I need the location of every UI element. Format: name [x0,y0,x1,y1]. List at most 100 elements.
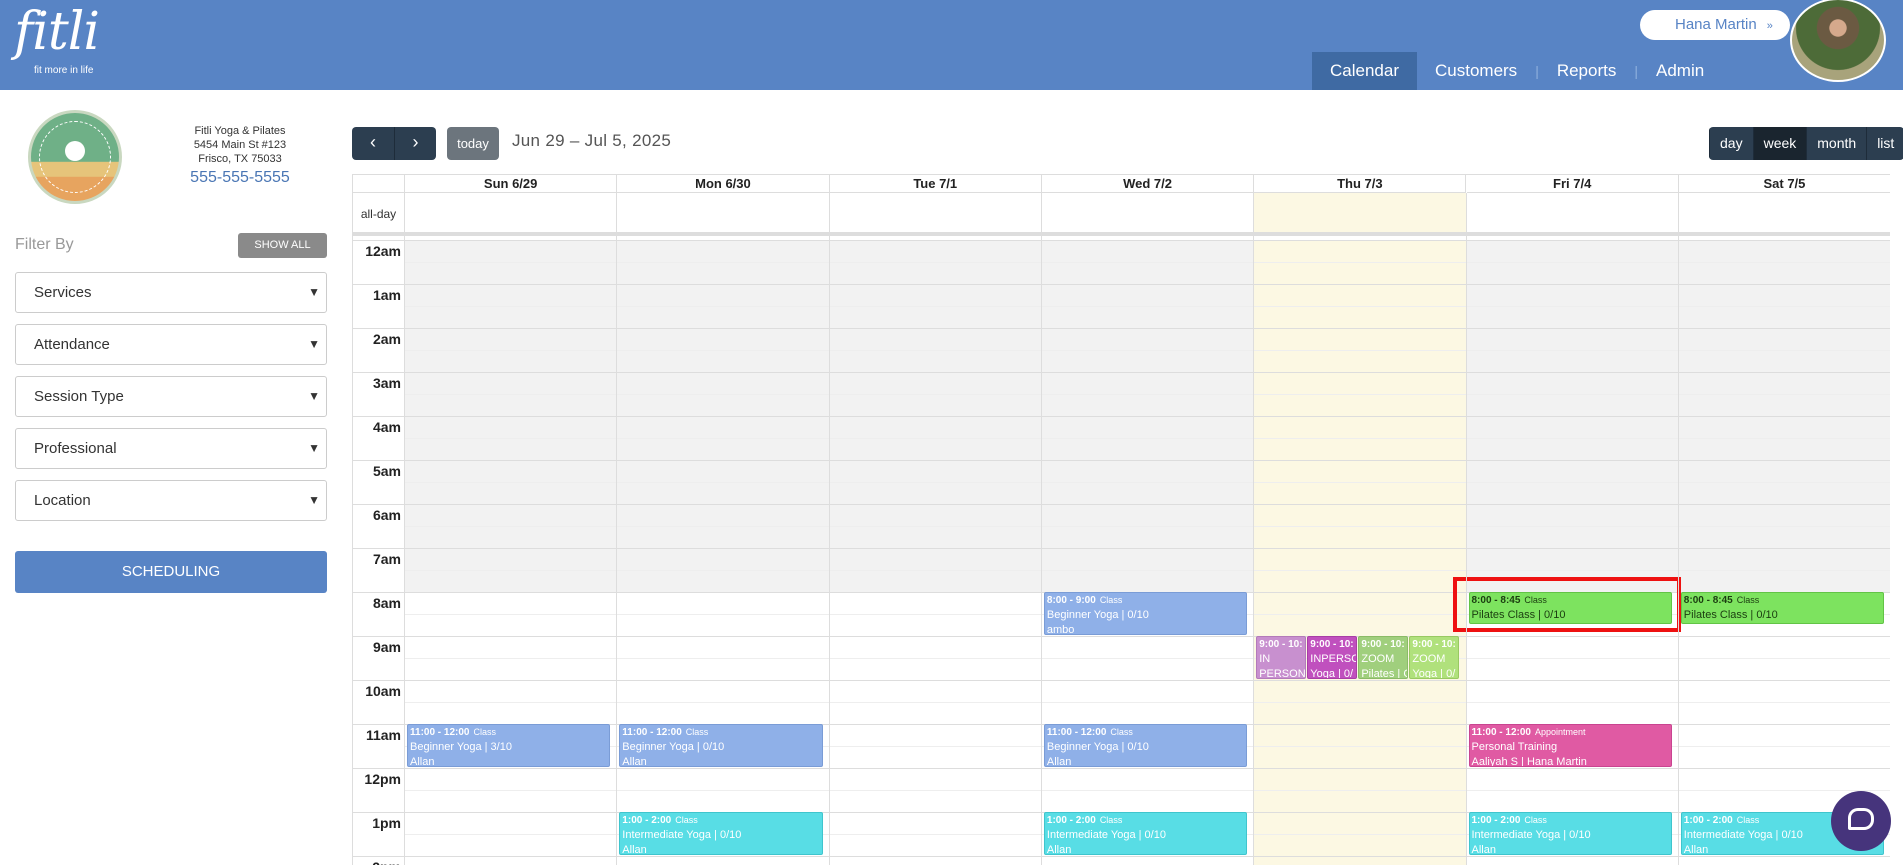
chat-button[interactable] [1831,791,1891,851]
event-time: 9:00 - 10: [1361,639,1405,650]
calendar-event[interactable]: 1:00 - 2:00 Class Intermediate Yoga | 0/10… [619,812,823,855]
view-month-button[interactable]: month [1806,127,1867,160]
event-time: 1:00 - 2:00 [1046,815,1096,826]
studio-name: Fitli Yoga & Pilates [194,125,286,137]
studio-logo [28,110,122,204]
time-label: 9am [372,639,401,655]
hour-line [353,636,1890,637]
event-detail: Allan [1046,756,1072,767]
user-name: Hana Martin [1675,16,1757,33]
calendar-event[interactable]: 1:00 - 2:00 Class Intermediate Yoga | 0/10… [1043,812,1248,855]
time-label: 7am [372,551,401,567]
calendar-event[interactable]: 11:00 - 12:00 Appointment Personal Trainin… [1468,724,1672,767]
session-type-select[interactable]: Session Type ▼ [15,376,327,417]
event-time: 1:00 - 2:00 [1471,815,1521,826]
half-hour-line [405,658,1890,659]
studio-info: Fitli Yoga & Pilates 5454 Main St #123 F… [170,124,310,166]
avatar[interactable] [1790,0,1886,82]
event-title: Intermediate Yoga | 0/10 [1471,829,1591,841]
event-detail: Aaliyah S | Hana Martin [1471,756,1587,767]
calendar-event[interactable]: 1:00 - 2:00 Class Intermediate Yoga | 0/10… [1468,812,1672,855]
view-week-button[interactable]: week [1752,127,1807,160]
fitli-logo[interactable]: fitli fit more in life [14,2,100,76]
event-kind: Class [1099,595,1123,605]
view-list-button[interactable]: list [1866,127,1903,160]
event-time: 11:00 - 12:00 [622,727,682,738]
studio-phone-link[interactable]: 555-555-5555 [170,169,310,187]
chevron-down-icon: ▼ [308,337,320,351]
event-time: 11:00 - 12:00 [1471,727,1532,738]
next-week-button[interactable]: › [394,127,436,160]
day-header: Fri 7/4 [1466,175,1679,193]
today-button[interactable]: today [447,127,499,160]
time-label: 11am [365,727,401,743]
calendar-event[interactable]: 11:00 - 12:00 Class Beginner Yoga | 0/10 Al… [619,724,823,767]
event-detail: ambo [1046,624,1075,635]
column-divider [1677,193,1679,865]
calendar-event[interactable]: 9:00 - 10: IN PERSON [1256,636,1307,679]
select-value: Session Type [34,388,124,405]
column-divider [1465,193,1467,865]
user-menu-button[interactable]: Hana Martin » [1640,10,1790,40]
date-range-title: Jun 29 – Jul 5, 2025 [512,131,672,150]
chevron-down-icon: ▼ [308,389,320,403]
half-hour-line [405,350,1890,351]
hour-line [353,680,1890,681]
event-time: 9:00 - 10: [1259,639,1303,650]
professional-select[interactable]: Professional ▼ [15,428,327,469]
event-title: ZOOM [1361,653,1395,665]
event-title: Beginner Yoga | 0/10 [1046,609,1149,621]
calendar-event[interactable]: 8:00 - 8:45 Class Pilates Class | 0/10 [1680,592,1885,624]
calendar-event[interactable]: 9:00 - 10: INPERSON Yoga | 0/ [1307,636,1358,679]
nav-admin[interactable]: Admin [1638,52,1722,90]
chevron-left-icon: ‹ [370,132,376,152]
calendar-event[interactable]: 11:00 - 12:00 Class Beginner Yoga | 0/10 Al… [1043,724,1248,767]
services-select[interactable]: Services ▼ [15,272,327,313]
calendar-event[interactable]: 9:00 - 10: ZOOM Yoga | 0/ [1409,636,1460,679]
time-label: 3am [372,375,401,391]
show-all-button[interactable]: SHOW ALL [238,233,327,258]
event-kind: Class [1736,595,1760,605]
event-title: Beginner Yoga | 0/10 [1046,741,1149,753]
scheduling-button[interactable]: SCHEDULING [15,551,327,593]
event-kind: Class [675,815,698,825]
nav-customers[interactable]: Customers [1417,52,1535,90]
event-detail: PERSON [1259,668,1306,679]
chevron-down-icon: » [1766,20,1773,32]
event-title: Personal Training [1471,741,1558,753]
event-detail: Yoga | 0/ [1310,668,1354,679]
hour-line [353,328,1890,329]
time-grid[interactable]: 12am 1am 2am 3am 4am 5am 6am 7am 8am 9am 10am 11am 1… [353,240,1890,865]
view-switcher: day week month list [1709,127,1903,160]
chevron-right-icon: › [412,132,419,152]
calendar-event[interactable]: 9:00 - 10: ZOOM Pilates | C [1358,636,1409,679]
location-select[interactable]: Location ▼ [15,480,327,521]
all-day-row[interactable] [353,193,1890,236]
nav-calendar[interactable]: Calendar [1312,52,1417,90]
calendar-event[interactable]: 8:00 - 9:00 Class Beginner Yoga | 0/10 ambo [1043,592,1248,635]
studio-address-line1: 5454 Main St #123 [193,139,287,151]
prev-week-button[interactable]: ‹ [352,127,394,160]
column-divider [1253,193,1255,865]
event-kind: Class [1099,815,1123,825]
view-day-button[interactable]: day [1709,127,1753,160]
meditation-figure-icon [65,141,85,161]
select-value: Location [34,492,91,509]
day-header: Sun 6/29 [405,175,618,193]
half-hour-line [405,438,1890,439]
select-value: Services [34,284,92,301]
time-label: 2pm [353,859,401,865]
half-hour-line [405,702,1890,703]
event-title: Intermediate Yoga | 0/10 [622,829,742,841]
time-label: 12am [365,243,401,259]
event-title: Beginner Yoga | 0/10 [622,741,725,753]
hour-line [353,460,1890,461]
nav-reports[interactable]: Reports [1539,52,1635,90]
event-title: ZOOM [1412,653,1446,665]
selection-highlight [1452,577,1681,632]
attendance-select[interactable]: Attendance ▼ [15,324,327,365]
day-header: Thu 7/3 [1254,175,1467,193]
calendar-event[interactable]: 11:00 - 12:00 Class Beginner Yoga | 3/10 Al… [407,724,611,767]
time-label: 12pm [364,771,401,787]
time-label: 6am [372,507,401,523]
